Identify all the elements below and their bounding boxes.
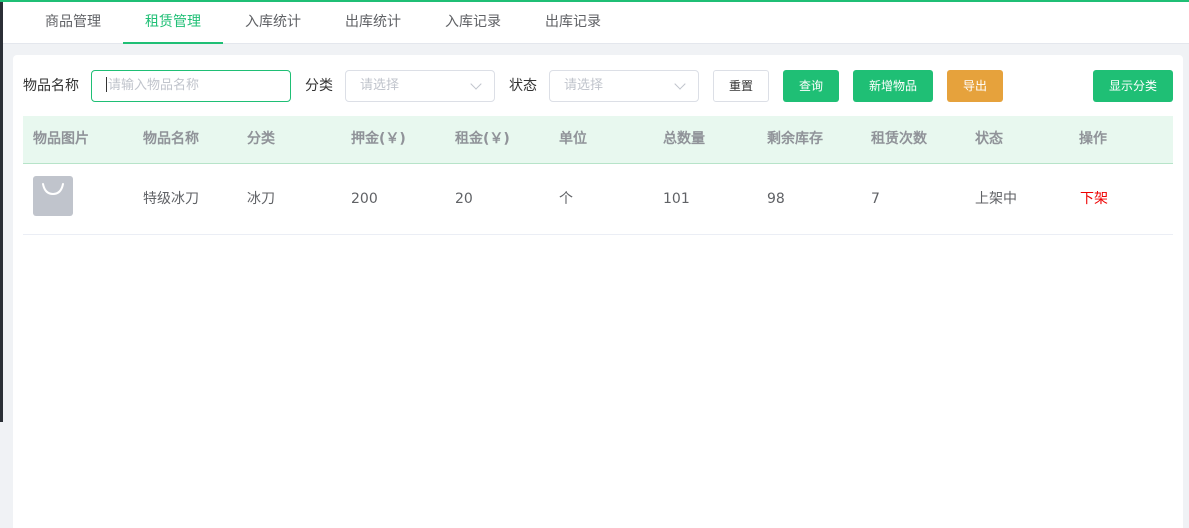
- tab-outbound-records[interactable]: 出库记录: [543, 2, 603, 44]
- tab-label: 入库记录: [445, 14, 501, 30]
- column-header: 租金(￥): [455, 131, 510, 147]
- column-header: 操作: [1079, 131, 1107, 147]
- column-header: 总数量: [663, 131, 705, 147]
- category-placeholder: 请选择: [360, 78, 400, 93]
- column-header: 物品名称: [143, 131, 199, 147]
- item-name-placeholder: 请输入物品名称: [108, 78, 200, 93]
- category-select[interactable]: 请选择: [345, 70, 495, 102]
- column-header: 租赁次数: [871, 131, 927, 147]
- cell-status: 上架中: [975, 191, 1017, 207]
- tab-label: 商品管理: [45, 14, 101, 30]
- status-label: 状态: [509, 78, 537, 94]
- tab-inbound-records[interactable]: 入库记录: [443, 2, 503, 44]
- tab-outbound-stats[interactable]: 出库统计: [343, 2, 403, 44]
- show-category-button[interactable]: 显示分类: [1093, 70, 1173, 102]
- table-header: 物品图片 物品名称 分类 押金(￥) 租金(￥) 单位 总数量 剩余库存 租赁次…: [23, 116, 1173, 164]
- column-header: 剩余库存: [767, 131, 823, 147]
- tab-label: 出库记录: [545, 14, 601, 30]
- text-cursor: [106, 77, 107, 92]
- chevron-down-icon: [674, 78, 686, 90]
- tab-label: 租赁管理: [145, 14, 201, 30]
- table-row: 特级冰刀 冰刀 200 20 个 101 98 7 上架中 下架: [23, 164, 1173, 235]
- cell-name: 特级冰刀: [143, 191, 199, 207]
- tab-rental-management[interactable]: 租赁管理: [123, 2, 223, 44]
- column-header: 物品图片: [33, 131, 89, 147]
- column-header: 状态: [975, 131, 1003, 147]
- cell-category: 冰刀: [247, 191, 275, 207]
- active-tab-indicator: [123, 42, 223, 44]
- tab-label: 入库统计: [245, 14, 301, 30]
- column-header: 分类: [247, 131, 275, 147]
- bag-icon: [33, 176, 73, 216]
- export-button[interactable]: 导出: [947, 70, 1003, 102]
- tab-inbound-stats[interactable]: 入库统计: [243, 2, 303, 44]
- content-card: 物品名称 请输入物品名称 分类 请选择 状态 请选择 重置 查询 新增物品 导出…: [13, 55, 1183, 528]
- add-item-button[interactable]: 新增物品: [853, 70, 933, 102]
- column-header: 单位: [559, 131, 587, 147]
- reset-button[interactable]: 重置: [713, 70, 769, 102]
- take-down-link[interactable]: 下架: [1080, 164, 1108, 234]
- chevron-down-icon: [470, 78, 482, 90]
- item-name-input[interactable]: 请输入物品名称: [91, 70, 291, 102]
- sidebar-edge: [0, 2, 3, 422]
- cell-total: 101: [663, 191, 690, 207]
- cell-deposit: 200: [351, 191, 378, 207]
- status-select[interactable]: 请选择: [549, 70, 699, 102]
- cell-unit: 个: [559, 191, 573, 207]
- cell-rent: 20: [455, 191, 473, 207]
- cell-stock: 98: [767, 191, 785, 207]
- cell-rent-count: 7: [871, 191, 880, 207]
- tab-label: 出库统计: [345, 14, 401, 30]
- tab-product-management[interactable]: 商品管理: [43, 2, 103, 44]
- item-name-label: 物品名称: [23, 78, 79, 94]
- category-label: 分类: [305, 78, 333, 94]
- status-placeholder: 请选择: [564, 78, 604, 93]
- tab-bar: 商品管理 租赁管理 入库统计 出库统计 入库记录 出库记录: [3, 2, 1189, 44]
- query-button[interactable]: 查询: [783, 70, 839, 102]
- column-header: 押金(￥): [351, 131, 406, 147]
